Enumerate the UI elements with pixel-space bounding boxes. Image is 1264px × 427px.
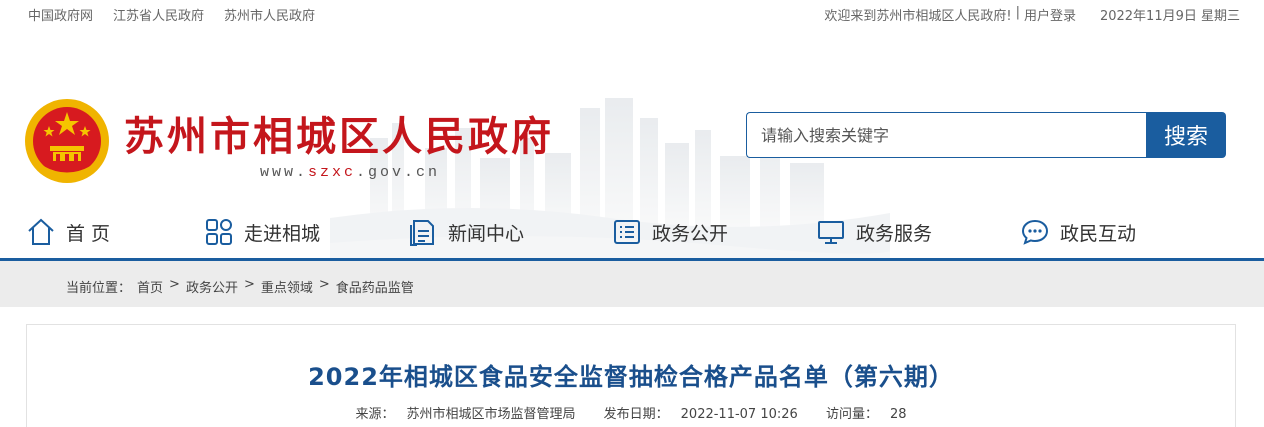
document-icon: [410, 220, 434, 246]
breadcrumb-separator: >: [318, 277, 330, 292]
article-meta: 来源： 苏州市相城区市场监督管理局 发布日期： 2022-11-07 10:26 访…: [27, 403, 1235, 422]
link-jiangsu-gov[interactable]: 江苏省人民政府: [113, 5, 204, 24]
nav-label-services: 政务服务: [856, 222, 933, 245]
external-links: 中国政府网 江苏省人民政府 苏州市人民政府: [28, 5, 315, 24]
breadcrumb-bar: 当前位置： 首页 > 政务公开 > 重点领域 > 食品药品监管: [0, 261, 1264, 307]
date-field: 发布日期： 2022-11-07 10:26: [598, 407, 804, 422]
search-box: 搜索: [746, 112, 1226, 158]
article-panel: 2022年相城区食品安全监督抽检合格产品名单（第六期） 来源： 苏州市相城区市场监…: [26, 324, 1236, 427]
search-input[interactable]: [746, 112, 1146, 158]
date-label: 发布日期：: [603, 407, 669, 422]
nav-item-interaction[interactable]: 政民互动: [1020, 210, 1136, 254]
breadcrumb-prefix: 当前位置：: [66, 281, 132, 296]
nav-label-news: 新闻中心: [448, 222, 525, 245]
chat-icon: [1021, 219, 1049, 245]
source-field: 来源： 苏州市相城区市场监督管理局: [349, 407, 581, 422]
nav-item-about[interactable]: 走进相城: [204, 210, 320, 254]
nav-item-services[interactable]: 政务服务: [816, 210, 932, 254]
divider: |: [1015, 5, 1020, 20]
national-emblem-icon: [25, 99, 109, 183]
views-value: 28: [889, 407, 907, 422]
current-date: 2022年11月9日 星期三: [1099, 9, 1240, 24]
breadcrumb: 当前位置： 首页 > 政务公开 > 重点领域 > 食品药品监管: [66, 277, 414, 296]
nav-label-gov-affairs: 政务公开: [652, 222, 729, 245]
article-title: 2022年相城区食品安全监督抽检合格产品名单（第六期）: [308, 363, 954, 391]
nav-item-home[interactable]: 首 页: [26, 210, 110, 254]
url-suffix: .gov.cn: [356, 164, 441, 181]
nav-item-gov-affairs[interactable]: 政务公开: [612, 210, 728, 254]
views-label: 访问量：: [825, 407, 878, 422]
url-highlight: szxc: [308, 164, 357, 181]
breadcrumb-separator: >: [243, 277, 255, 292]
main-nav: 首 页 走进相城 新闻中心 政务公开 政务服务 政民互动: [0, 210, 1264, 258]
link-china-gov[interactable]: 中国政府网: [28, 5, 93, 24]
nav-label-interaction: 政民互动: [1060, 222, 1137, 245]
source-value: 苏州市相城区市场监督管理局: [406, 407, 576, 422]
search-button[interactable]: 搜索: [1146, 112, 1226, 158]
breadcrumb-food-drug[interactable]: 食品药品监管: [336, 277, 414, 296]
site-url: www.szxc.gov.cn: [260, 164, 440, 181]
grid-icon: [206, 219, 232, 245]
nav-item-news[interactable]: 新闻中心: [408, 210, 524, 254]
breadcrumb-home[interactable]: 首页: [137, 277, 163, 296]
welcome-area: 欢迎来到苏州市相城区人民政府! | 用户登录 2022年11月9日 星期三: [824, 5, 1240, 24]
nav-label-home: 首 页: [66, 222, 111, 245]
link-suzhou-gov[interactable]: 苏州市人民政府: [224, 5, 315, 24]
list-icon: [614, 220, 640, 244]
nav-label-about: 走进相城: [244, 222, 321, 245]
login-link[interactable]: 用户登录: [1024, 5, 1076, 24]
breadcrumb-gov-affairs[interactable]: 政务公开: [186, 277, 238, 296]
date-value: 2022-11-07 10:26: [680, 407, 798, 422]
home-icon: [28, 218, 54, 245]
breadcrumb-key-areas[interactable]: 重点领域: [261, 277, 313, 296]
site-title: 苏州市相城区人民政府: [124, 113, 554, 160]
top-utility-bar: 中国政府网 江苏省人民政府 苏州市人民政府 欢迎来到苏州市相城区人民政府! | …: [0, 0, 1264, 28]
breadcrumb-separator: >: [169, 277, 180, 292]
views-field: 访问量： 28: [820, 407, 913, 422]
welcome-text: 欢迎来到苏州市相城区人民政府!: [824, 9, 1012, 24]
url-prefix: www.: [260, 164, 309, 181]
source-label: 来源：: [355, 407, 395, 422]
monitor-icon: [818, 221, 844, 244]
